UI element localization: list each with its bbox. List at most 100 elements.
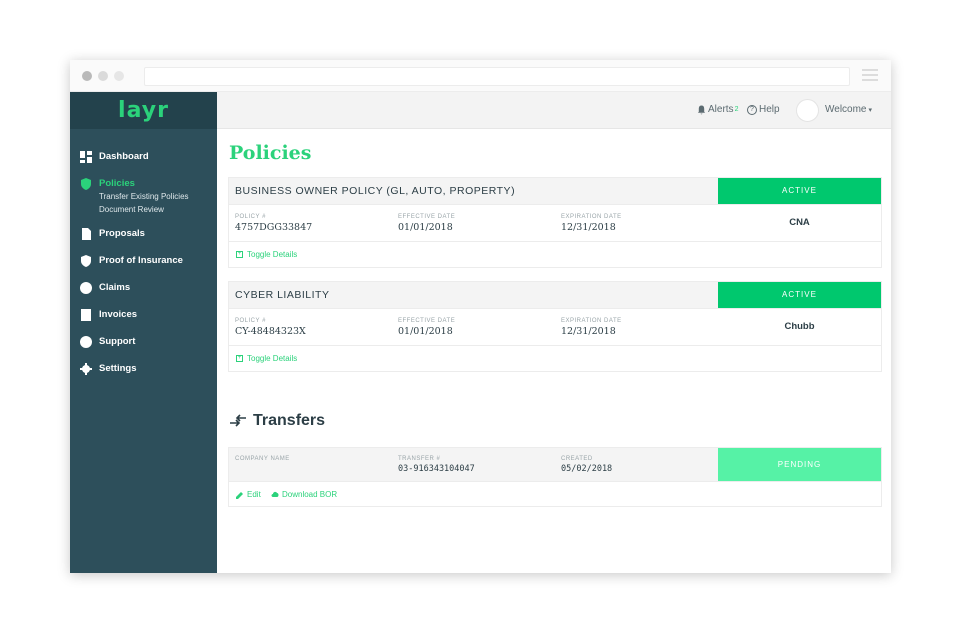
policy-card-footer: + Toggle Details	[229, 242, 881, 267]
toggle-details-label: Toggle Details	[247, 354, 298, 363]
bell-icon	[697, 105, 706, 114]
effective-date-field: EFFECTIVE DATE 01/01/2018	[398, 214, 455, 233]
field-label: COMPANY NAME	[235, 456, 290, 462]
shield-check-icon	[80, 254, 92, 267]
created-date: 05/02/2018	[561, 464, 613, 474]
sidebar-item-label: Proposals	[99, 228, 145, 239]
hamburger-menu-icon[interactable]	[862, 69, 878, 83]
minimize-window-dot[interactable]	[98, 71, 108, 81]
expiration-date: 12/31/2018	[561, 222, 616, 233]
sidebar-item-label: Support	[99, 336, 136, 347]
sidebar-item-label: Invoices	[99, 309, 138, 320]
policy-card-footer: + Toggle Details	[229, 346, 881, 371]
caret-down-icon: ▾	[868, 107, 873, 114]
policy-details-row: POLICY # 4757DGG33847 EFFECTIVE DATE 01/…	[229, 204, 881, 242]
created-field: CREATED 05/02/2018	[561, 456, 612, 474]
document-icon	[80, 227, 92, 240]
top-bar: Alerts 2 ? Help Welcome ▾	[217, 92, 891, 129]
cloud-download-icon	[271, 491, 279, 497]
transfers-heading: Transfers	[229, 412, 325, 430]
sidebar-item-proof-of-insurance[interactable]: Proof of Insurance	[70, 247, 217, 274]
sidebar-nav: Dashboard Policies Transfer Existing Pol…	[70, 129, 217, 382]
sidebar-item-label: Claims	[99, 282, 131, 293]
field-label: EFFECTIVE DATE	[398, 318, 456, 324]
policy-card: BUSINESS OWNER POLICY (GL, AUTO, PROPERT…	[228, 177, 882, 268]
expiration-date-field: EXPIRATION DATE 12/31/2018	[561, 318, 622, 337]
policy-number-field: POLICY # 4757DGG33847	[235, 214, 312, 233]
transfer-details-row: COMPANY NAME TRANSFER # 03-916343104047 …	[229, 448, 881, 481]
field-label: EFFECTIVE DATE	[398, 214, 456, 220]
effective-date-field: EFFECTIVE DATE 01/01/2018	[398, 318, 455, 337]
policy-name: BUSINESS OWNER POLICY (GL, AUTO, PROPERT…	[235, 185, 516, 197]
page-title: Policies	[229, 142, 312, 164]
field-label: TRANSFER #	[398, 456, 441, 462]
sidebar-item-invoices[interactable]: Invoices	[70, 301, 217, 328]
subnav-document-review[interactable]: Document Review	[99, 203, 217, 216]
sidebar-item-support[interactable]: Support	[70, 328, 217, 355]
browser-window: layr Dashboard Policies Transfer Existin…	[70, 60, 891, 573]
alerts-link[interactable]: Alerts 2	[697, 104, 738, 115]
browser-chrome	[70, 60, 891, 92]
sidebar-item-policies[interactable]: Policies	[70, 170, 217, 197]
welcome-dropdown[interactable]: Welcome ▾	[825, 104, 872, 115]
gear-icon	[80, 362, 92, 375]
field-label: EXPIRATION DATE	[561, 318, 622, 324]
company-name-field: COMPANY NAME	[235, 456, 290, 462]
sidebar-item-claims[interactable]: Claims	[70, 274, 217, 301]
policy-number-field: POLICY # CY-48484323X	[235, 318, 306, 337]
toggle-details-link[interactable]: + Toggle Details	[236, 250, 297, 259]
download-bor-label: Download BOR	[282, 490, 338, 499]
edit-link[interactable]: Edit	[236, 490, 261, 499]
sidebar-item-proposals[interactable]: Proposals	[70, 220, 217, 247]
sidebar: layr Dashboard Policies Transfer Existin…	[70, 92, 217, 573]
transfer-card: COMPANY NAME TRANSFER # 03-916343104047 …	[228, 447, 882, 507]
alerts-label: Alerts	[708, 104, 734, 115]
carrier-name: Chubb	[784, 321, 815, 332]
edit-label: Edit	[247, 490, 261, 499]
field-label: POLICY #	[235, 214, 266, 220]
help-circle-icon: ?	[747, 104, 757, 115]
shield-icon	[80, 177, 92, 190]
status-badge: ACTIVE	[718, 282, 881, 308]
policy-card: CYBER LIABILITY ACTIVE POLICY # CY-48484…	[228, 281, 882, 372]
logo[interactable]: layr	[70, 92, 217, 129]
sidebar-item-label: Proof of Insurance	[99, 255, 183, 266]
transfer-number-field: TRANSFER # 03-916343104047	[398, 456, 475, 474]
download-bor-link[interactable]: Download BOR	[271, 490, 337, 499]
expiration-date: 12/31/2018	[561, 326, 616, 337]
toggle-details-link[interactable]: + Toggle Details	[236, 354, 297, 363]
toggle-details-label: Toggle Details	[247, 250, 298, 259]
policy-details-row: POLICY # CY-48484323X EFFECTIVE DATE 01/…	[229, 308, 881, 346]
effective-date: 01/01/2018	[398, 326, 453, 337]
effective-date: 01/01/2018	[398, 222, 453, 233]
policy-card-header: BUSINESS OWNER POLICY (GL, AUTO, PROPERT…	[229, 178, 881, 204]
policy-name: CYBER LIABILITY	[235, 289, 330, 301]
policy-card-header: CYBER LIABILITY ACTIVE	[229, 282, 881, 308]
field-label: EXPIRATION DATE	[561, 214, 622, 220]
transfer-number: 03-916343104047	[398, 464, 475, 474]
address-bar[interactable]	[144, 67, 850, 86]
claims-icon	[80, 281, 92, 294]
policy-number: 4757DGG33847	[235, 222, 313, 233]
avatar[interactable]	[796, 99, 819, 122]
plus-square-icon: +	[236, 251, 243, 258]
transfers-title-text: Transfers	[253, 412, 326, 429]
invoice-icon	[80, 308, 92, 321]
sidebar-item-label: Policies	[99, 178, 135, 189]
sidebar-item-dashboard[interactable]: Dashboard	[70, 143, 217, 170]
carrier-name: CNA	[789, 217, 810, 228]
alerts-count-badge: 2	[734, 106, 739, 113]
sidebar-item-label: Dashboard	[99, 151, 149, 162]
field-label: POLICY #	[235, 318, 266, 324]
logo-text: layr	[118, 98, 169, 123]
status-badge: ACTIVE	[718, 178, 881, 204]
close-window-dot[interactable]	[82, 71, 92, 81]
policy-number: CY-48484323X	[235, 326, 306, 337]
help-label: Help	[759, 104, 780, 115]
help-link[interactable]: ? Help	[747, 104, 780, 115]
maximize-window-dot[interactable]	[114, 71, 124, 81]
transfer-card-footer: Edit Download BOR	[229, 481, 881, 506]
field-label: CREATED	[561, 456, 593, 462]
sidebar-item-label: Settings	[99, 363, 137, 374]
sidebar-item-settings[interactable]: Settings	[70, 355, 217, 382]
